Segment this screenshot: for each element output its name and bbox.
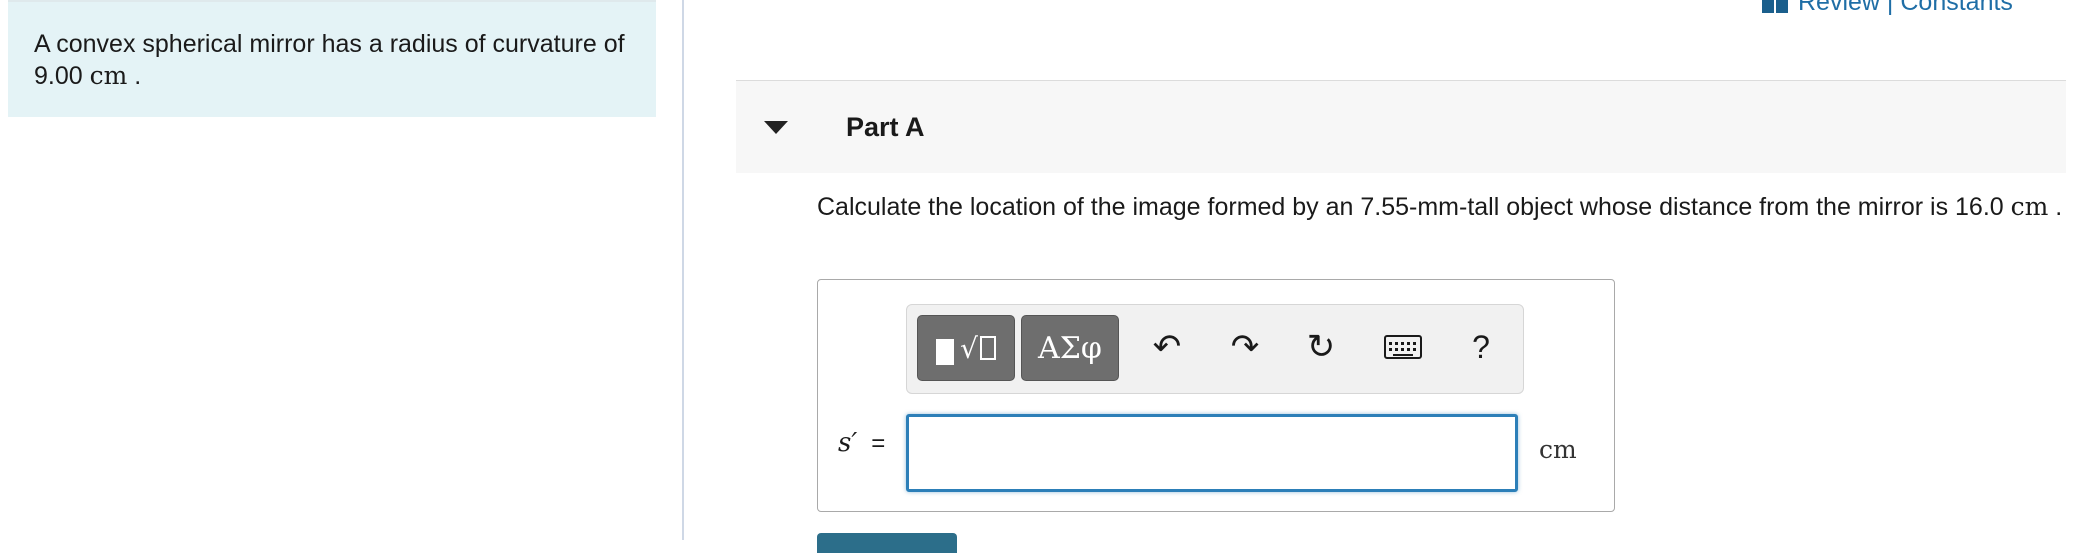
book-icon [1762,0,1788,13]
answer-unit: cm [1539,435,1577,464]
collapse-caret-icon[interactable] [764,120,788,134]
question-text: Calculate the location of the image form… [817,193,2011,221]
redo-icon[interactable]: ↷ [1225,327,1265,367]
reset-icon[interactable]: ↻ [1301,327,1341,367]
submit-button[interactable] [817,533,957,553]
part-title: Part A [846,111,925,142]
keyboard-icon[interactable] [1383,327,1423,367]
problem-radius-unit: cm [89,61,128,90]
undo-icon[interactable]: ↶ [1147,327,1187,367]
greek-symbols-button[interactable]: ΑΣφ [1021,315,1119,381]
answer-input[interactable] [906,414,1518,492]
problem-statement-panel: A convex spherical mirror has a radius o… [8,0,656,117]
problem-statement-suffix: . [127,62,142,90]
answer-variable: s′ [838,428,858,458]
constants-label[interactable]: Constants [1900,0,2013,16]
column-divider [682,0,684,540]
problem-statement-text: A convex spherical mirror has a radius o… [34,30,625,58]
link-separator: | [1879,0,1901,16]
math-toolbar: √ ΑΣφ ↶ ↷ ↻ ? [906,304,1524,394]
templates-button[interactable]: √ [917,315,1015,381]
question-suffix: . [2048,193,2063,221]
problem-radius-value: 9.00 [34,62,83,90]
template-box-icon [979,336,996,360]
review-label[interactable]: Review [1798,0,1880,16]
square-root-icon: √ [960,331,978,365]
part-a-header[interactable]: Part A [736,80,2066,173]
equals-sign: = [871,430,886,457]
question-text-block: Calculate the location of the image form… [817,191,2067,223]
question-unit: cm [2010,192,2049,221]
answer-variable-label: s′ = [838,428,885,458]
review-constants-link[interactable]: Review | Constants [1762,0,2013,17]
answer-box: √ ΑΣφ ↶ ↷ ↻ ? s′ = cm [817,279,1615,512]
template-square-icon [936,339,955,365]
help-button[interactable]: ? [1461,327,1501,367]
